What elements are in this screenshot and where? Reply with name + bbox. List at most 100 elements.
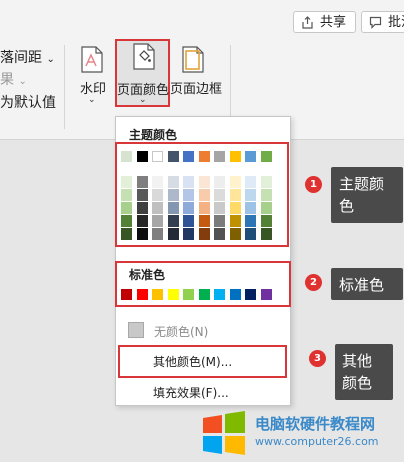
theme-shade-swatch[interactable]	[136, 176, 148, 188]
theme-shade-swatch[interactable]	[260, 228, 272, 240]
theme-shade-swatch[interactable]	[167, 202, 179, 214]
theme-color-swatch[interactable]	[229, 151, 241, 162]
standard-color-swatch[interactable]	[214, 289, 225, 300]
theme-shade-swatch[interactable]	[183, 215, 194, 227]
theme-shade-swatch[interactable]	[229, 189, 241, 201]
page-border-button[interactable]: 页面边框	[170, 43, 226, 107]
callout-more-colors: 其他颜色	[335, 344, 393, 400]
chevron-down-icon: ⌄	[18, 76, 27, 87]
theme-color-swatch[interactable]	[167, 151, 179, 162]
theme-shade-swatch[interactable]	[152, 202, 163, 214]
theme-shade-swatch[interactable]	[136, 215, 148, 227]
standard-color-swatch[interactable]	[229, 289, 241, 300]
ribbon-divider	[64, 45, 65, 129]
theme-shade-swatch[interactable]	[183, 228, 194, 240]
effects-label: 果	[0, 72, 14, 88]
theme-shade-swatch[interactable]	[229, 228, 241, 240]
theme-color-swatch[interactable]	[136, 151, 148, 162]
standard-color-swatch[interactable]	[260, 289, 272, 300]
theme-shade-swatch[interactable]	[152, 215, 163, 227]
theme-shade-swatch[interactable]	[214, 228, 225, 240]
theme-shade-swatch[interactable]	[245, 228, 256, 240]
theme-shade-swatch[interactable]	[260, 202, 272, 214]
standard-color-swatch[interactable]	[183, 289, 194, 300]
theme-shade-swatch[interactable]	[260, 215, 272, 227]
theme-shade-swatch[interactable]	[136, 189, 148, 201]
theme-shade-swatch[interactable]	[245, 215, 256, 227]
theme-color-swatch[interactable]	[121, 151, 132, 162]
theme-color-swatch[interactable]	[198, 151, 210, 162]
watermark-icon	[81, 46, 103, 73]
no-color-swatch	[128, 322, 144, 338]
theme-shade-swatch[interactable]	[121, 228, 132, 240]
paragraph-spacing-button[interactable]: 落间距 ⌄	[0, 47, 55, 67]
theme-shade-swatch[interactable]	[198, 202, 210, 214]
fill-effects-label: 填充效果(F)...	[153, 386, 229, 400]
comment-button[interactable]: 批注	[361, 11, 404, 33]
effects-button[interactable]: 果 ⌄	[0, 69, 27, 89]
standard-color-swatch[interactable]	[198, 289, 210, 300]
page-color-button[interactable]: 页面颜色 ⌄	[115, 39, 170, 107]
theme-shade-swatch[interactable]	[198, 176, 210, 188]
theme-shade-swatch[interactable]	[167, 228, 179, 240]
standard-colors-highlight	[115, 261, 291, 307]
theme-shade-swatch[interactable]	[229, 202, 241, 214]
theme-shade-swatch[interactable]	[167, 176, 179, 188]
theme-shade-swatch[interactable]	[245, 202, 256, 214]
theme-shade-swatch[interactable]	[183, 176, 194, 188]
theme-color-swatch[interactable]	[183, 151, 194, 162]
theme-shade-swatch[interactable]	[183, 189, 194, 201]
theme-color-swatch[interactable]	[245, 151, 256, 162]
theme-shade-swatch[interactable]	[214, 189, 225, 201]
theme-shade-swatch[interactable]	[167, 189, 179, 201]
callout-badge-1: 1	[305, 176, 322, 193]
share-button[interactable]: 共享	[293, 11, 356, 33]
theme-color-swatch[interactable]	[152, 151, 163, 162]
set-default-button[interactable]: 为默认值	[0, 92, 56, 112]
theme-shade-swatch[interactable]	[121, 189, 132, 201]
windows-logo-icon	[203, 411, 245, 455]
theme-shade-swatch[interactable]	[136, 228, 148, 240]
theme-shade-swatch[interactable]	[198, 228, 210, 240]
theme-shade-swatch[interactable]	[214, 202, 225, 214]
theme-shade-swatch[interactable]	[229, 176, 241, 188]
fill-effects-item[interactable]: 填充效果(F)...	[117, 379, 289, 401]
theme-shade-swatch[interactable]	[121, 176, 132, 188]
callout-theme-colors: 主题颜色	[331, 167, 403, 223]
chevron-down-icon: ⌄	[88, 95, 96, 105]
standard-color-swatch[interactable]	[245, 289, 256, 300]
theme-color-swatch[interactable]	[260, 151, 272, 162]
theme-shade-swatch[interactable]	[245, 176, 256, 188]
comment-icon	[369, 16, 382, 29]
watermark-url: www.computer26.com	[255, 435, 379, 448]
theme-shade-swatch[interactable]	[183, 202, 194, 214]
callout-standard-colors: 标准色	[331, 268, 403, 300]
theme-shade-swatch[interactable]	[121, 215, 132, 227]
theme-shade-swatch[interactable]	[152, 228, 163, 240]
theme-shade-swatch[interactable]	[198, 189, 210, 201]
callout-badge-3: 3	[309, 350, 326, 367]
theme-shade-swatch[interactable]	[152, 189, 163, 201]
comment-label: 批注	[388, 15, 404, 30]
watermark-button[interactable]: 水印 ⌄	[73, 43, 113, 107]
theme-shade-swatch[interactable]	[214, 176, 225, 188]
theme-shade-swatch[interactable]	[121, 202, 132, 214]
theme-shade-swatch[interactable]	[260, 189, 272, 201]
theme-shade-swatch[interactable]	[198, 215, 210, 227]
more-colors-item[interactable]: 其他颜色(M)...	[120, 348, 285, 374]
theme-shade-swatch[interactable]	[214, 215, 225, 227]
theme-shade-swatch[interactable]	[260, 176, 272, 188]
theme-shade-swatch[interactable]	[245, 189, 256, 201]
theme-shade-swatch[interactable]	[167, 215, 179, 227]
theme-shade-swatch[interactable]	[229, 215, 241, 227]
standard-color-swatch[interactable]	[152, 289, 163, 300]
standard-color-swatch[interactable]	[136, 289, 148, 300]
theme-shade-swatch[interactable]	[136, 202, 148, 214]
standard-color-swatch[interactable]	[121, 289, 132, 300]
paragraph-spacing-label: 落间距	[0, 50, 42, 66]
theme-color-swatch[interactable]	[214, 151, 225, 162]
no-color-item[interactable]: 无颜色(N)	[117, 319, 289, 341]
standard-color-swatch[interactable]	[167, 289, 179, 300]
chevron-down-icon: ⌄	[46, 54, 55, 65]
theme-shade-swatch[interactable]	[152, 176, 163, 188]
